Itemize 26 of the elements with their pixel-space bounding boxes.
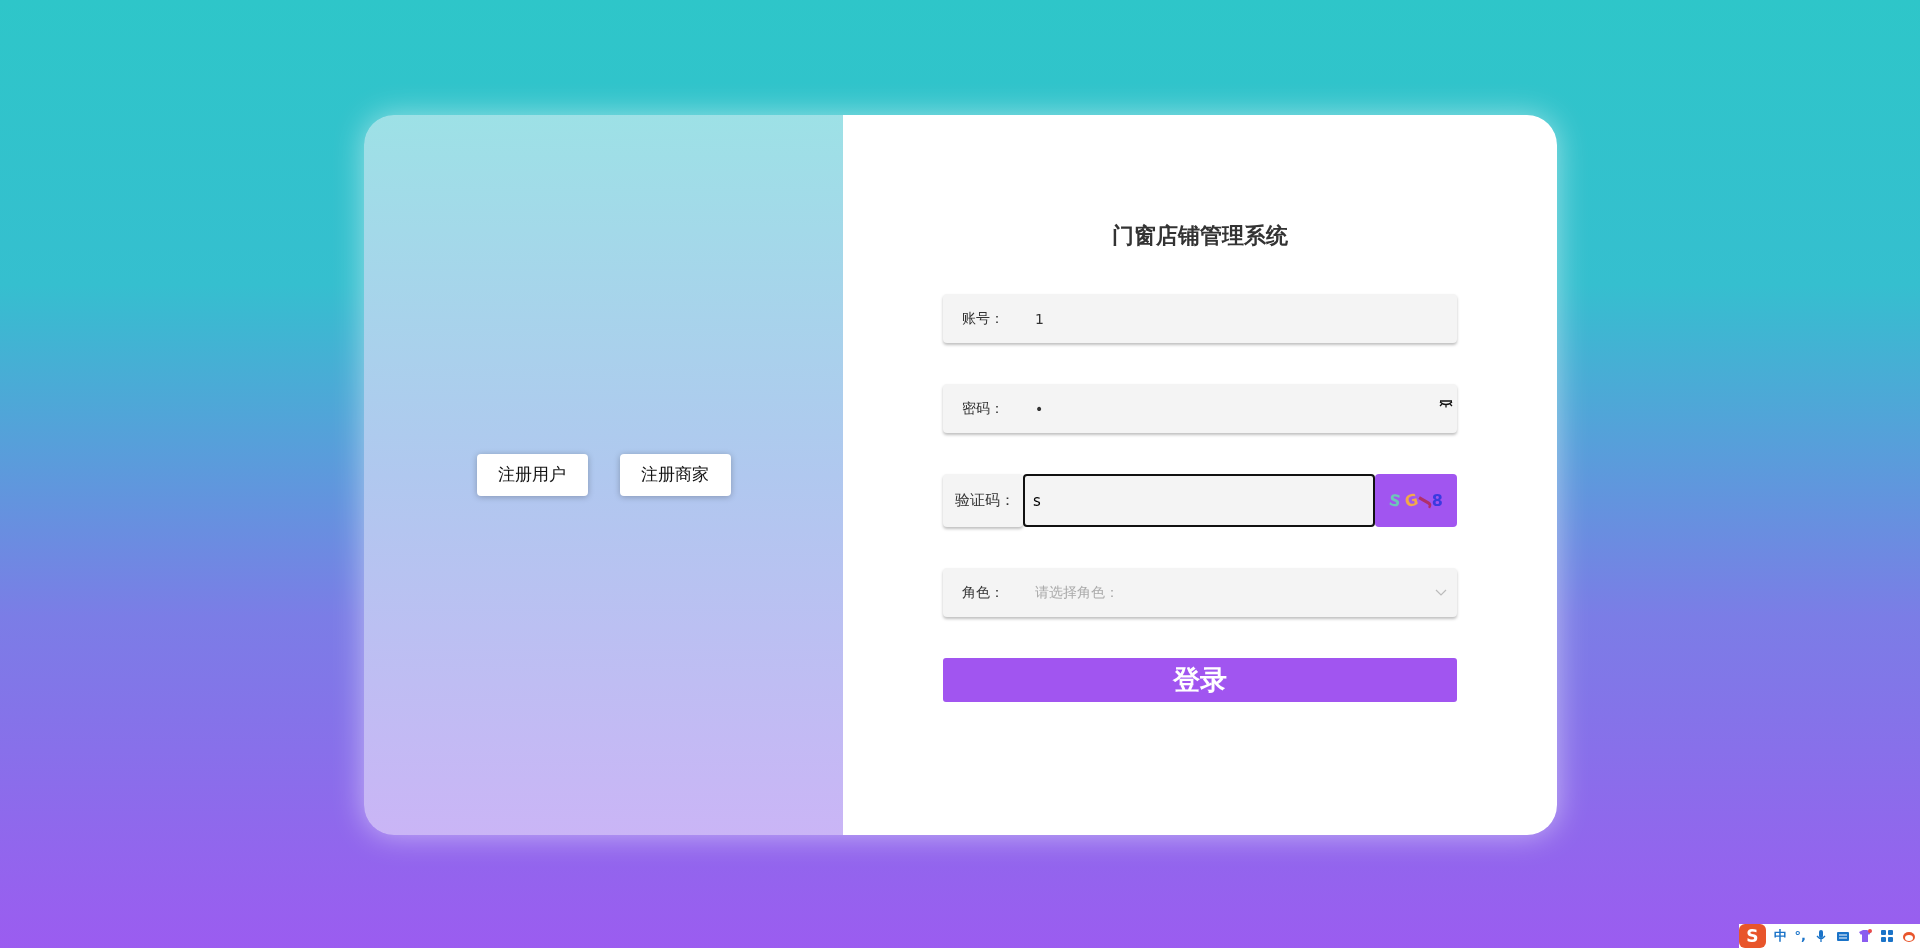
field-label: 验证码： xyxy=(943,474,1023,527)
ime-punctuation-toggle[interactable]: °, xyxy=(1794,926,1806,946)
captcha-character: 8 xyxy=(1431,489,1443,512)
field-label: 角色： xyxy=(961,583,1005,602)
text-input[interactable]: 账号： 1 xyxy=(943,294,1457,343)
input-field[interactable]: 1 xyxy=(1035,294,1457,343)
password-input[interactable]: 密码： • xyxy=(943,384,1457,433)
login-button[interactable]: 登录 xyxy=(943,658,1457,702)
register-button[interactable]: 注册用户 xyxy=(476,454,588,496)
password-field[interactable]: • xyxy=(1035,384,1439,433)
shirt-icon[interactable] xyxy=(1858,929,1872,943)
ime-mode-toggle[interactable]: 中 xyxy=(1773,926,1787,946)
ime-logo[interactable]: S xyxy=(1739,924,1766,948)
eye-closed-icon[interactable] xyxy=(1439,399,1453,408)
app-title: 门窗店铺管理系统 xyxy=(1112,222,1288,250)
register-button[interactable]: 注册商家 xyxy=(619,454,731,496)
grid-icon[interactable] xyxy=(1880,929,1894,943)
chevron-down-icon xyxy=(1435,589,1447,596)
captcha-character: S xyxy=(1387,488,1403,513)
captcha-field[interactable]: s xyxy=(1023,474,1375,527)
field-label: 密码： xyxy=(961,399,1005,418)
role-select[interactable]: 角色： 请选择角色： xyxy=(943,568,1457,617)
microphone-icon[interactable] xyxy=(1814,929,1828,943)
select-placeholder: 请选择角色： xyxy=(1035,583,1120,602)
keyboard-icon[interactable] xyxy=(1836,929,1850,943)
field-label: 账号： xyxy=(961,309,1005,328)
